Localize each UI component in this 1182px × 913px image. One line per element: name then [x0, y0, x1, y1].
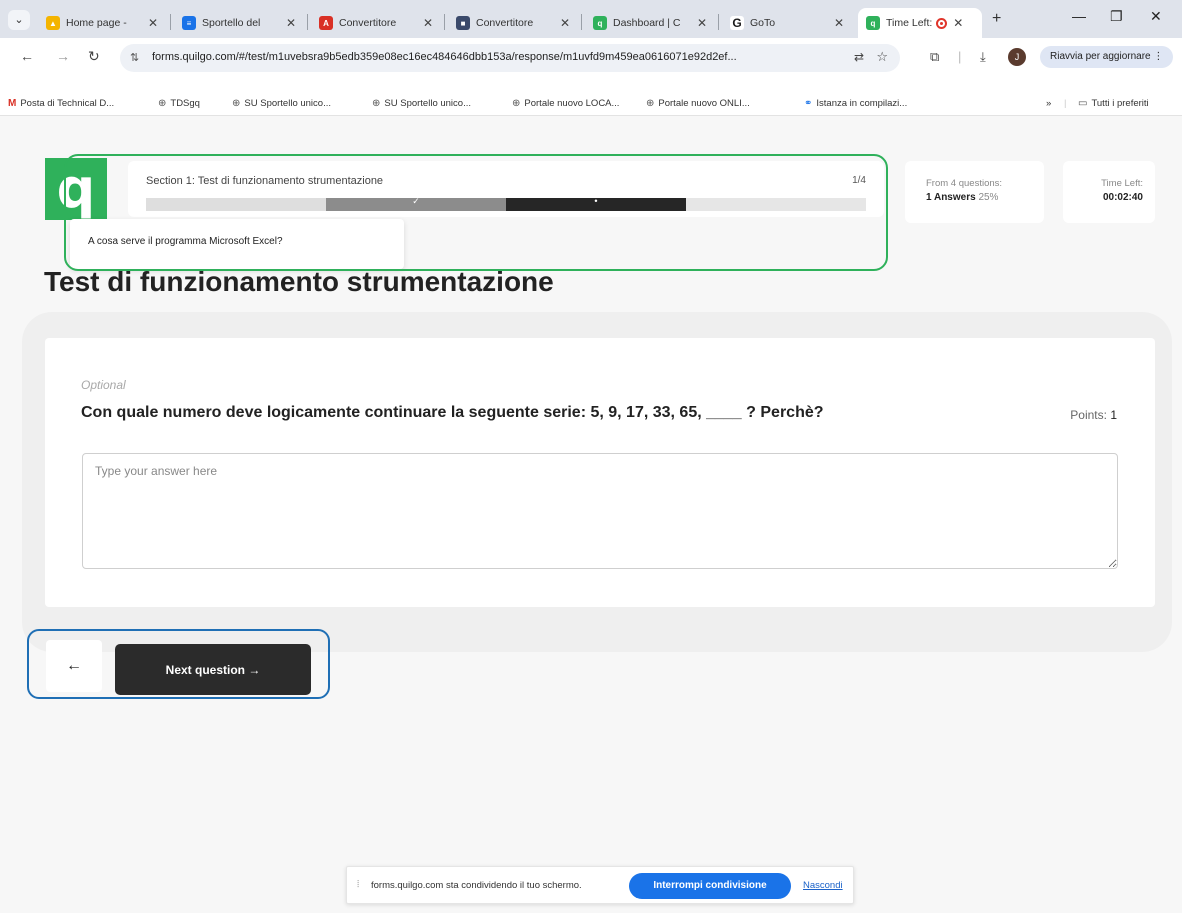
back-arrow-icon[interactable]: ←: [20, 48, 34, 64]
page-title: Test di funzionamento strumentazione: [44, 266, 554, 297]
browser-tab[interactable]: ▲ Home page - ✕: [38, 8, 166, 38]
restore-icon[interactable]: ❐: [1110, 8, 1123, 25]
doc-icon: ≡: [182, 16, 196, 30]
toolbar-divider: |: [958, 49, 962, 64]
questions-total-label: From 4 questions:: [926, 178, 1003, 189]
profile-avatar[interactable]: J: [1008, 48, 1026, 66]
time-left-value: 00:02:40: [1102, 192, 1143, 203]
close-tab-icon[interactable]: ✕: [560, 16, 570, 30]
globe-icon: ⊕: [512, 98, 521, 109]
site-info-icon[interactable]: ⇅: [130, 51, 139, 64]
bookmark-item[interactable]: ⚭ Istanza in compilazi...: [804, 98, 907, 109]
quiz-page: q Section 1: Test di funzionamento strum…: [0, 116, 1182, 913]
globe-icon: ⊕: [158, 98, 167, 109]
download-icon[interactable]: ⤓: [980, 49, 986, 65]
tab-separator: [307, 14, 308, 30]
close-tab-icon[interactable]: ✕: [148, 16, 158, 30]
timer-card: Time Left: 00:02:40: [1063, 161, 1155, 223]
screen-share-bar: ⦙ forms.quilgo.com sta condividendo il t…: [346, 866, 854, 904]
url-text[interactable]: forms.quilgo.com/#/test/m1uvebsra9b5edb3…: [152, 51, 832, 63]
globe-icon: ⊕: [372, 98, 381, 109]
answers-count: 1 Answers 25%: [926, 192, 999, 203]
close-tab-icon[interactable]: ✕: [697, 16, 707, 30]
close-tab-icon[interactable]: ✕: [286, 16, 296, 30]
browser-tab[interactable]: ≡ Sportello del ✕: [174, 8, 304, 38]
quilgo-icon: q: [866, 16, 880, 30]
globe-icon: ⊕: [646, 98, 655, 109]
bookmark-item[interactable]: M Posta di Technical D...: [8, 98, 114, 109]
bookmark-item[interactable]: ⊕ Portale nuovo ONLI...: [646, 98, 750, 109]
folder-icon: ▭: [1078, 98, 1088, 109]
link-icon: ⚭: [804, 98, 813, 109]
previous-question-button[interactable]: ←: [46, 640, 102, 692]
all-bookmarks-folder[interactable]: ▭ Tutti i preferiti: [1078, 98, 1149, 109]
arrow-left-icon: ←: [66, 657, 82, 674]
acrobat-icon: A: [319, 16, 333, 30]
goto-icon: G: [730, 16, 744, 30]
app-icon: ■: [456, 16, 470, 30]
browser-tab-strip: ⌄ ▲ Home page - ✕ ≡ Sportello del ✕ A Co…: [0, 0, 1182, 38]
bookmark-item[interactable]: ⊕ Portale nuovo LOCA...: [512, 98, 619, 109]
tab-search-dropdown-icon[interactable]: ⌄: [8, 10, 30, 30]
drag-handle-icon[interactable]: ⦙: [357, 879, 359, 890]
tab-separator: [718, 14, 719, 30]
minimize-icon[interactable]: —: [1072, 8, 1086, 24]
browser-tab-active[interactable]: q Time Left: ✕: [858, 8, 982, 38]
extensions-icon[interactable]: ⧉: [930, 49, 939, 65]
points-label: Points: 1: [1070, 408, 1117, 422]
progress-highlight-outline: [64, 154, 888, 271]
time-left-label: Time Left:: [1101, 178, 1143, 189]
address-bar[interactable]: ⇅ forms.quilgo.com/#/test/m1uvebsra9b5ed…: [120, 44, 900, 72]
tab-separator: [444, 14, 445, 30]
forward-arrow-icon[interactable]: →: [56, 48, 70, 64]
bookmarks-bar: M Posta di Technical D... ⊕ TDSgq ⊕ SU Spor…: [0, 94, 1182, 116]
drive-icon: ▲: [46, 16, 60, 30]
reload-icon[interactable]: ↻: [88, 48, 100, 65]
question-text: Con quale numero deve logicamente contin…: [81, 404, 824, 421]
bookmarks-overflow-button[interactable]: »: [1046, 98, 1051, 109]
next-question-button[interactable]: Next question →: [115, 644, 311, 695]
translate-icon[interactable]: ⇄: [854, 50, 864, 64]
answers-stat-card: From 4 questions: 1 Answers 25%: [905, 161, 1044, 223]
recording-icon: [936, 17, 948, 29]
close-tab-icon[interactable]: ✕: [423, 16, 433, 30]
browser-tab[interactable]: q Dashboard | C ✕: [585, 8, 715, 38]
bookmark-item[interactable]: ⊕ SU Sportello unico...: [372, 98, 471, 109]
tab-separator: [581, 14, 582, 30]
question-card: Optional Con quale numero deve logicamen…: [45, 338, 1155, 607]
answer-textarea[interactable]: [82, 453, 1118, 569]
browser-tab[interactable]: A Convertitore ✕: [311, 8, 441, 38]
browser-tab[interactable]: ■ Convertitore ✕: [448, 8, 578, 38]
optional-label: Optional: [81, 378, 126, 392]
close-window-icon[interactable]: ✕: [1150, 8, 1162, 25]
bookmark-item[interactable]: ⊕ TDSgq: [158, 98, 200, 109]
new-tab-icon[interactable]: +: [992, 10, 1001, 28]
close-tab-icon[interactable]: ✕: [834, 16, 844, 30]
hide-share-bar-link[interactable]: Nascondi: [803, 880, 843, 891]
bookmark-star-icon[interactable]: ☆: [876, 49, 888, 65]
browser-tab[interactable]: G GoTo ✕: [722, 8, 852, 38]
tab-separator: [170, 14, 171, 30]
stop-sharing-button[interactable]: Interrompi condivisione: [629, 873, 791, 899]
quilgo-icon: q: [593, 16, 607, 30]
browser-toolbar: ← → ↻ ⇅ forms.quilgo.com/#/test/m1uvebsr…: [0, 38, 1182, 94]
bookmark-item[interactable]: ⊕ SU Sportello unico...: [232, 98, 331, 109]
gmail-icon: M: [8, 98, 17, 109]
globe-icon: ⊕: [232, 98, 241, 109]
bookmarks-divider: |: [1064, 98, 1067, 109]
close-tab-icon[interactable]: ✕: [953, 16, 963, 30]
share-notice-text: forms.quilgo.com sta condividendo il tuo…: [371, 880, 582, 891]
restart-to-update-button[interactable]: Riavvia per aggiornare ⋮: [1040, 46, 1174, 68]
